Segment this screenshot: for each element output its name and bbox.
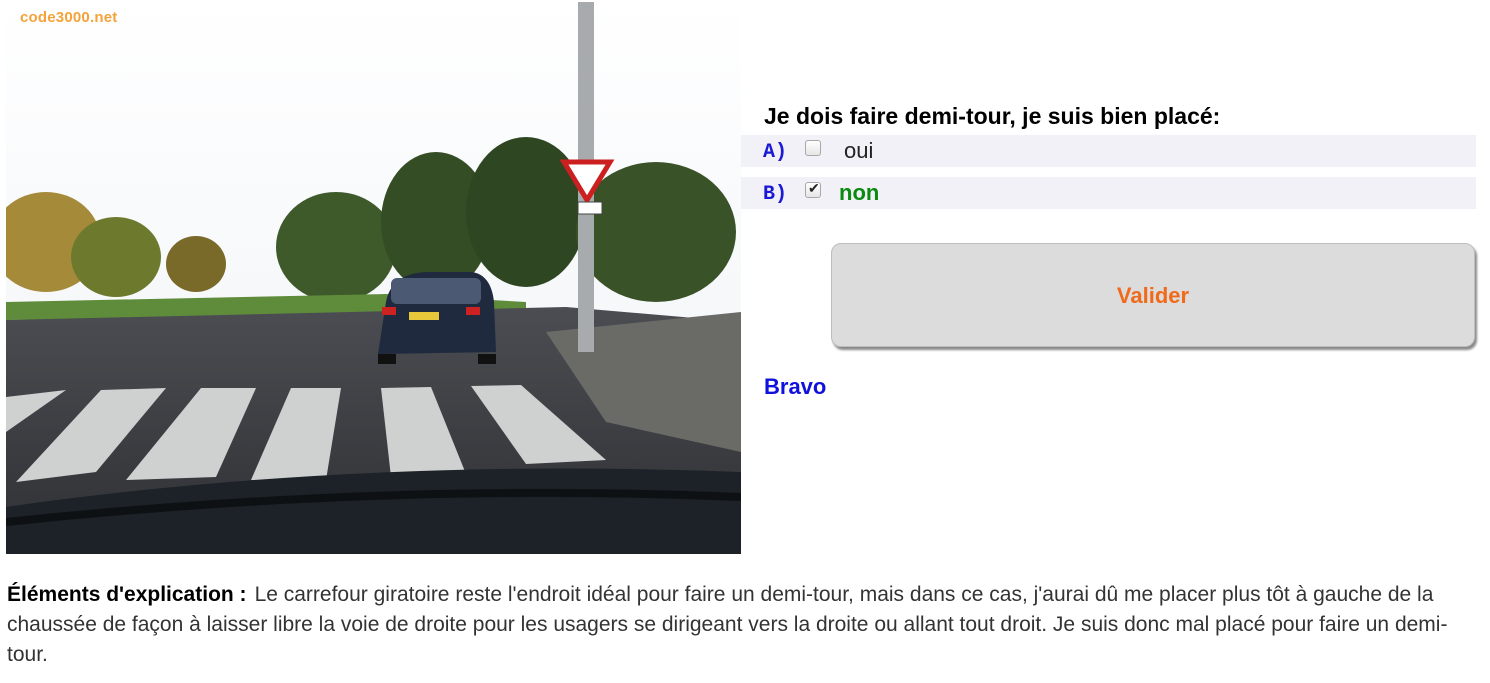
validate-button-label: Valider [1116, 283, 1190, 308]
answer-b-checkbox[interactable]: ✔ [805, 180, 821, 198]
answer-label: non [839, 180, 880, 205]
answer-row-a[interactable]: A) oui [741, 135, 1476, 167]
answer-letter: B) [763, 183, 788, 206]
explanation-heading: Éléments d'explication : [7, 583, 247, 606]
road-scene-image: code3000.net [6, 2, 741, 554]
site-watermark: code3000.net [20, 9, 118, 26]
explanation-paragraph: Éléments d'explication : Le carrefour gir… [7, 580, 1477, 670]
roundabout-photo [6, 2, 741, 554]
answer-a-checkbox[interactable] [805, 140, 821, 156]
answer-letter: A) [763, 141, 788, 164]
feedback-message: Bravo [764, 374, 827, 399]
checkmark-icon: ✔ [808, 180, 820, 196]
validate-button[interactable]: Valider [831, 243, 1475, 347]
answer-label: oui [844, 138, 874, 163]
answer-row-b[interactable]: B) ✔ non [741, 177, 1476, 209]
question-text: Je dois faire demi-tour, je suis bien pl… [764, 103, 1221, 129]
